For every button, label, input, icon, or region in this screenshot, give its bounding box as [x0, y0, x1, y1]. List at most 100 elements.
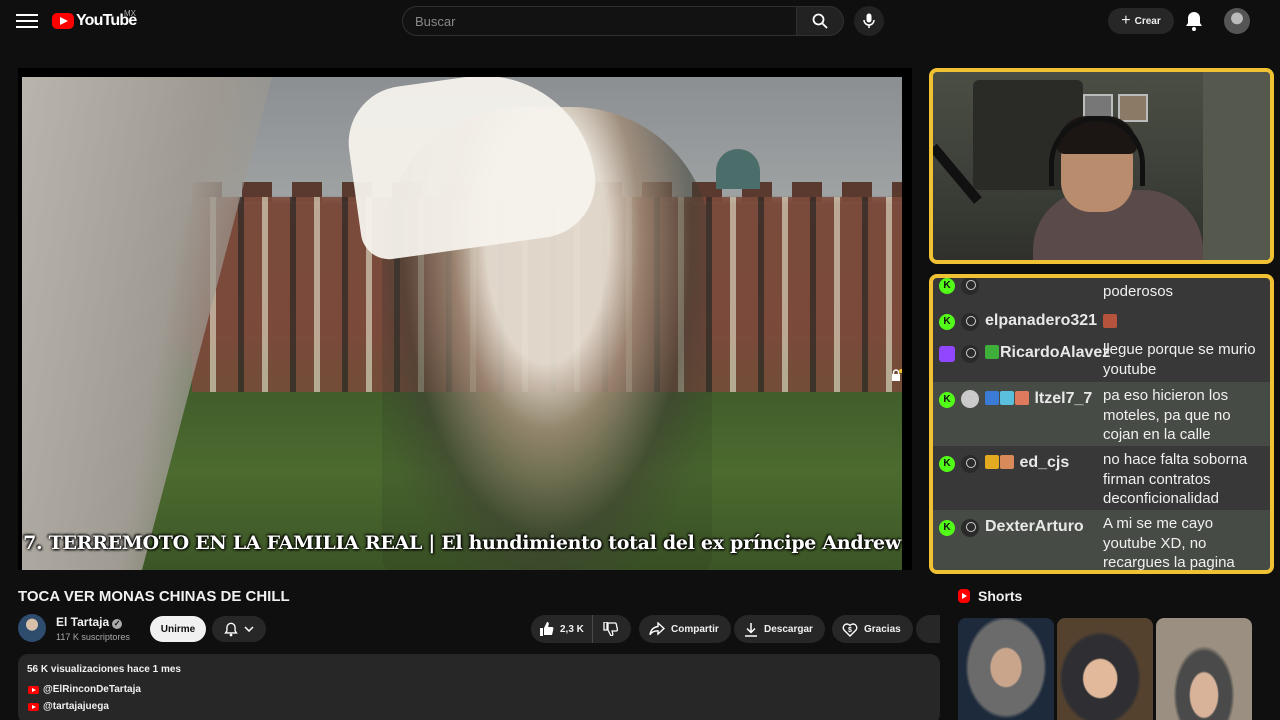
thanks-label: Gracias	[864, 623, 901, 635]
kick-badge-icon: K	[939, 520, 955, 536]
verified-icon: ✓	[112, 619, 123, 629]
channel-name-row[interactable]: El Tartaja ✓	[56, 615, 123, 629]
download-button[interactable]: Descargar	[734, 615, 825, 643]
dislike-button[interactable]	[593, 615, 628, 643]
chat-message-text: A mi se me cayo youtube XD, no recargues…	[1103, 515, 1235, 571]
short-thumbnail[interactable]	[1057, 618, 1153, 720]
more-actions-button[interactable]	[916, 615, 940, 643]
youtube-logo[interactable]: YouTube MX	[52, 9, 137, 31]
video-frame: 7. TERREMOTO EN LA FAMILIA REAL | El hun…	[22, 77, 902, 570]
channel-handle: @tartajajuega	[43, 701, 109, 712]
search-bar	[402, 6, 844, 36]
user-avatar	[961, 390, 979, 408]
search-button[interactable]	[796, 6, 844, 36]
emote-icon	[1015, 391, 1029, 405]
description-link[interactable]: @tartajajuega	[28, 701, 109, 712]
webcam-picture-frame	[1118, 94, 1148, 122]
chat-message-text: pa eso hicieron los moteles, pa que no c…	[1103, 387, 1231, 443]
create-label: Crear	[1134, 15, 1161, 27]
user-icon	[961, 519, 979, 537]
chat-username-row: RicardoAlavez	[985, 344, 1110, 362]
account-avatar[interactable]	[1224, 8, 1250, 34]
emote-icon	[1103, 314, 1117, 328]
join-button[interactable]: Unirme	[150, 616, 206, 642]
user-icon	[961, 278, 979, 295]
video-subtitle: 7. TERREMOTO EN LA FAMILIA REAL | El hun…	[23, 532, 901, 554]
like-button[interactable]: 2,3 K	[531, 615, 593, 643]
voice-search-button[interactable]	[854, 6, 884, 36]
share-icon	[649, 622, 665, 636]
chat-message-text: llegue porque se murio youtube	[1103, 341, 1256, 378]
chevron-down-icon	[244, 626, 254, 632]
chat-username: RicardoAlavez	[1000, 344, 1111, 361]
webcam-door	[1203, 72, 1270, 260]
download-icon	[745, 622, 757, 637]
video-player[interactable]: 7. TERREMOTO EN LA FAMILIA REAL | El hun…	[18, 68, 912, 570]
thanks-button[interactable]: $ Gracias	[832, 615, 913, 643]
subscriber-count: 117 K suscriptores	[56, 632, 130, 642]
chat-message: RicardoAlavez llegue porque se murio you…	[933, 338, 1270, 382]
search-input[interactable]	[402, 6, 796, 36]
search-icon	[812, 13, 828, 29]
youtube-play-icon	[52, 13, 74, 29]
view-stats: 56 K visualizaciones hace 1 mes	[27, 664, 181, 675]
description-box[interactable]: 56 K visualizaciones hace 1 mes @ElRinco…	[18, 654, 940, 720]
chat-message-text: no hace falta soborna firman contratos d…	[1103, 451, 1248, 507]
subscription-notifications-button[interactable]	[212, 616, 266, 642]
top-bar: YouTube MX + Crear	[0, 0, 1280, 42]
short-thumbnail[interactable]	[1156, 618, 1252, 720]
mansion-dome	[716, 149, 760, 189]
chat-username-row: ed_cjs	[985, 454, 1069, 472]
plus-icon: +	[1121, 12, 1131, 29]
youtube-icon	[28, 702, 39, 711]
youtube-icon	[28, 685, 39, 694]
thumbs-up-icon	[540, 622, 554, 636]
emote-icon	[985, 391, 999, 405]
shorts-icon	[958, 589, 970, 603]
svg-text:$: $	[848, 627, 852, 634]
short-thumbnail[interactable]	[958, 618, 1054, 720]
like-count: 2,3 K	[560, 623, 584, 635]
heart-dollar-icon: $	[842, 622, 858, 637]
create-button[interactable]: + Crear	[1108, 8, 1174, 34]
chat-message-text: poderosos	[1103, 283, 1174, 300]
chat-username-row: ltzel7_7	[985, 390, 1092, 408]
description-link[interactable]: @ElRinconDeTartaja	[28, 684, 141, 695]
chat-username: ltzel7_7	[1034, 390, 1093, 407]
chat-username: DexterArturo	[985, 518, 1084, 535]
kick-badge-icon: K	[939, 314, 955, 330]
emote-icon	[985, 345, 999, 359]
kick-badge-icon: K	[939, 456, 955, 472]
channel-name: El Tartaja	[56, 615, 110, 629]
chat-message: K poderosos	[933, 278, 1270, 312]
share-button[interactable]: Compartir	[639, 615, 731, 643]
microphone-icon	[863, 13, 875, 28]
thumbs-down-icon	[603, 622, 618, 636]
download-label: Descargar	[764, 623, 813, 635]
streamer-webcam	[929, 68, 1274, 264]
chat-username: elpanadero321	[985, 312, 1098, 329]
stream-chat-overlay: K poderosos K elpanadero321 RicardoAlave…	[929, 274, 1274, 574]
channel-avatar[interactable]	[18, 614, 46, 642]
like-dislike-group: 2,3 K	[531, 615, 631, 643]
crown-emote-icon	[985, 455, 999, 469]
chat-emote	[1103, 312, 1268, 332]
bell-icon	[1186, 12, 1202, 31]
chat-message: K ltzel7_7 pa eso hicieron los moteles, …	[933, 382, 1270, 446]
youtube-watch-page: YouTube MX + Crear	[0, 0, 1280, 720]
country-code: MX	[124, 9, 136, 18]
notifications-button[interactable]	[1184, 10, 1204, 32]
shorts-header: Shorts	[958, 588, 1022, 604]
user-icon	[961, 313, 979, 331]
video-title: TOCA VER MONAS CHINAS DE CHILL	[18, 588, 290, 605]
share-label: Compartir	[671, 623, 719, 635]
user-icon	[961, 345, 979, 363]
chat-message: K DexterArturo A mi se me cayo youtube X…	[933, 510, 1270, 571]
chat-message: K elpanadero321	[933, 308, 1270, 336]
menu-icon[interactable]	[16, 11, 38, 31]
kick-badge-icon: K	[939, 278, 955, 294]
user-icon	[961, 455, 979, 473]
chat-message: K ed_cjs no hace falta soborna firman co…	[933, 446, 1270, 510]
chat-username: ed_cjs	[1019, 454, 1070, 471]
channel-handle: @ElRinconDeTartaja	[43, 684, 141, 695]
